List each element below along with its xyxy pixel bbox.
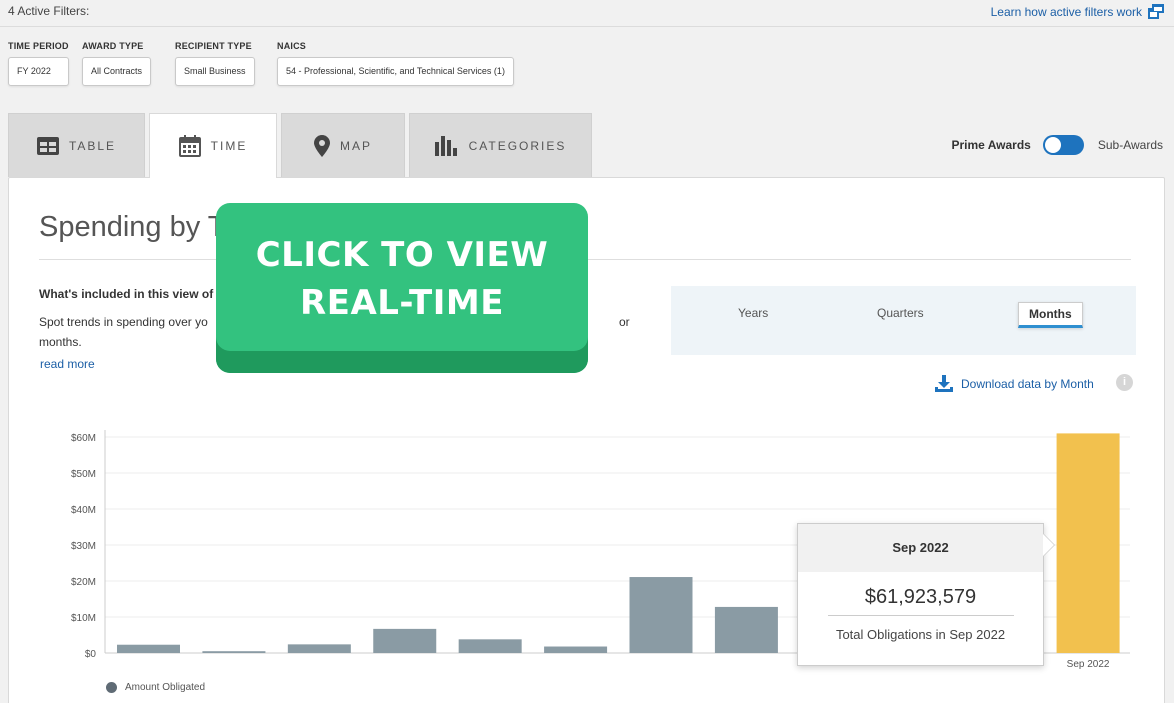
chart-bar: [373, 628, 437, 653]
y-tick-label: $10M: [71, 613, 96, 624]
y-tick-label: $60M: [71, 433, 96, 444]
tooltip-subtitle: Total Obligations in Sep 2022: [835, 627, 1006, 642]
view-real-time-button[interactable]: CLICK TO VIEW REAL-TIME: [216, 203, 588, 373]
chart-bar: [287, 644, 351, 653]
tooltip-value: $61,923,579: [864, 586, 977, 608]
y-tick-label: $20M: [71, 577, 96, 588]
cta-line: CLICK TO VIEW: [255, 235, 549, 275]
legend-label: Amount Obligated: [125, 682, 206, 693]
tab-label: TIME: [210, 139, 248, 153]
chart-bar: [629, 577, 693, 653]
chart-bar: [458, 639, 522, 653]
legend-swatch: [106, 682, 117, 693]
tooltip-pointer: [1043, 534, 1054, 556]
y-tick-label: $50M: [71, 469, 96, 480]
cta-label: CLICK TO VIEW REAL-TIME: [216, 231, 588, 327]
chart-legend: Amount Obligated: [106, 682, 205, 693]
y-tick-label: $0: [85, 649, 97, 660]
cta-line: REAL-TIME: [300, 283, 504, 323]
tooltip-divider: [827, 615, 1014, 616]
chart-bar: [1056, 433, 1120, 653]
tab-time[interactable]: TIME: [149, 113, 277, 178]
x-tick-label: Sep 2022: [1067, 659, 1110, 670]
chart-bar: [202, 651, 266, 653]
chart-bar: [544, 646, 608, 653]
y-tick-label: $40M: [71, 505, 96, 516]
chart-bar: [714, 606, 778, 653]
y-tick-label: $30M: [71, 541, 96, 552]
bar-tooltip: Sep 2022 $61,923,579 Total Obligations i…: [797, 523, 1054, 666]
chart-bar: [117, 644, 180, 653]
calendar-icon: [178, 135, 201, 157]
tooltip-title: Sep 2022: [798, 524, 1043, 572]
